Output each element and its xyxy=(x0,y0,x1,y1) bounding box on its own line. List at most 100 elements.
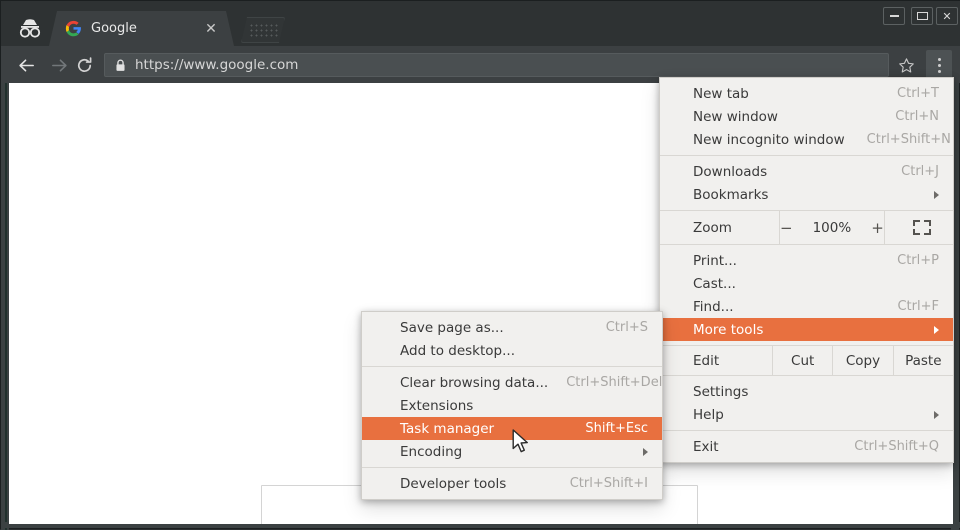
zoom-controls: − 100% + xyxy=(779,211,885,244)
menu-item-new-window[interactable]: New window Ctrl+N xyxy=(660,105,953,128)
browser-tab[interactable]: Google ✕ xyxy=(49,11,234,46)
menu-item-label: Exit xyxy=(693,439,832,455)
zoom-in-button[interactable]: + xyxy=(871,219,884,237)
new-tab-texture xyxy=(249,23,279,39)
menu-item-label: New window xyxy=(693,109,873,125)
close-icon: ✕ xyxy=(942,11,951,22)
cut-button[interactable]: Cut xyxy=(772,346,832,375)
menu-item-accelerator: Ctrl+P xyxy=(875,253,939,268)
chevron-right-icon xyxy=(934,191,939,199)
chevron-right-icon xyxy=(934,411,939,419)
menu-separator xyxy=(362,366,662,367)
three-dot-menu-button[interactable] xyxy=(926,50,952,80)
menu-item-label: Developer tools xyxy=(400,476,552,492)
menu-item-accelerator: Ctrl+Shift+N xyxy=(845,132,951,147)
menu-separator xyxy=(660,430,953,431)
menu-item-accelerator: Ctrl+N xyxy=(873,109,939,124)
tab-close-icon[interactable]: ✕ xyxy=(200,18,222,40)
menu-item-label: More tools xyxy=(693,322,924,338)
menu-item-label: Settings xyxy=(693,384,917,400)
menu-item-label: Bookmarks xyxy=(693,187,924,203)
fullscreen-button[interactable] xyxy=(885,211,960,244)
new-tab-button[interactable] xyxy=(241,17,285,43)
back-button[interactable] xyxy=(13,52,39,78)
menu-item-downloads[interactable]: Downloads Ctrl+J xyxy=(660,160,953,183)
fullscreen-corner-bl xyxy=(913,229,920,235)
minimize-button[interactable] xyxy=(883,7,905,25)
fullscreen-corner-br xyxy=(924,229,931,235)
mouse-pointer xyxy=(512,429,531,459)
close-button[interactable]: ✕ xyxy=(936,7,958,25)
address-bar[interactable]: https://www.google.com xyxy=(104,53,889,77)
fullscreen-icon xyxy=(913,220,931,235)
menu-separator xyxy=(660,155,953,156)
menu-item-settings[interactable]: Settings xyxy=(660,380,953,403)
tab-strip: Google ✕ ✕ xyxy=(1,1,960,46)
forward-button xyxy=(46,52,72,78)
menu-separator xyxy=(362,467,662,468)
menu-item-accelerator: Ctrl+J xyxy=(879,164,939,179)
bookmark-star-icon[interactable] xyxy=(894,53,918,77)
menu-item-help[interactable]: Help xyxy=(660,403,953,426)
reload-button[interactable] xyxy=(71,52,97,78)
browser-window: Google ✕ ✕ xyxy=(0,0,960,529)
star-icon xyxy=(898,57,915,74)
lock-icon xyxy=(115,59,126,72)
menu-item-label: Save page as... xyxy=(400,320,588,336)
submenu-item-extensions[interactable]: Extensions xyxy=(362,394,662,417)
fullscreen-corner-tr xyxy=(924,220,931,226)
paste-button[interactable]: Paste xyxy=(893,346,953,375)
tab-title: Google xyxy=(91,21,200,36)
menu-item-bookmarks[interactable]: Bookmarks xyxy=(660,183,953,206)
menu-item-label: Extensions xyxy=(400,398,630,414)
arrow-right-icon xyxy=(50,56,69,75)
menu-dot-2 xyxy=(938,64,941,67)
chrome-main-menu: New tab Ctrl+T New window Ctrl+N New inc… xyxy=(659,77,954,463)
menu-item-find[interactable]: Find... Ctrl+F xyxy=(660,295,953,318)
menu-item-cast[interactable]: Cast... xyxy=(660,272,953,295)
menu-item-label: Task manager xyxy=(400,421,567,437)
menu-item-label: Help xyxy=(693,407,924,423)
menu-dot-1 xyxy=(938,58,941,61)
menu-item-exit[interactable]: Exit Ctrl+Shift+Q xyxy=(660,435,953,458)
chevron-right-icon xyxy=(934,326,939,334)
copy-button[interactable]: Copy xyxy=(832,346,892,375)
menu-item-label: Find... xyxy=(693,299,875,315)
chevron-right-icon xyxy=(643,448,648,456)
menu-item-accelerator: Ctrl+Shift+I xyxy=(552,476,648,491)
menu-item-new-incognito-window[interactable]: New incognito window Ctrl+Shift+N xyxy=(660,128,953,151)
menu-item-accelerator: Ctrl+Shift+Q xyxy=(832,439,939,454)
menu-item-label: New incognito window xyxy=(693,132,845,148)
menu-item-accelerator: Ctrl+F xyxy=(875,299,939,314)
submenu-item-developer-tools[interactable]: Developer tools Ctrl+Shift+I xyxy=(362,472,662,495)
zoom-out-button[interactable]: − xyxy=(780,219,793,237)
menu-item-label: New tab xyxy=(693,86,875,102)
menu-item-new-tab[interactable]: New tab Ctrl+T xyxy=(660,82,953,105)
menu-item-label: Clear browsing data... xyxy=(400,375,548,391)
zoom-level: 100% xyxy=(813,220,852,236)
menu-item-label: Downloads xyxy=(693,164,879,180)
minimize-glyph xyxy=(890,15,899,17)
menu-zoom-row: Zoom − 100% + xyxy=(660,210,953,245)
incognito-icon xyxy=(13,15,47,41)
menu-item-more-tools[interactable]: More tools xyxy=(660,318,953,341)
url-text: https://www.google.com xyxy=(135,57,298,73)
google-favicon xyxy=(65,20,82,37)
submenu-item-save-page-as[interactable]: Save page as... Ctrl+S xyxy=(362,316,662,339)
menu-item-label: Cast... xyxy=(693,276,917,292)
arrow-left-icon xyxy=(17,56,36,75)
menu-edit-row: Edit Cut Copy Paste xyxy=(660,345,953,376)
zoom-label: Zoom xyxy=(660,211,779,244)
menu-item-print[interactable]: Print... Ctrl+P xyxy=(660,249,953,272)
menu-item-label: Add to desktop... xyxy=(400,343,630,359)
fullscreen-corner-tl xyxy=(913,220,920,226)
submenu-item-clear-browsing-data[interactable]: Clear browsing data... Ctrl+Shift+Del xyxy=(362,371,662,394)
menu-item-accelerator: Ctrl+Shift+Del xyxy=(548,375,662,390)
submenu-item-add-to-desktop[interactable]: Add to desktop... xyxy=(362,339,662,362)
menu-item-accelerator: Ctrl+T xyxy=(875,86,939,101)
more-tools-submenu: Save page as... Ctrl+S Add to desktop...… xyxy=(361,311,663,500)
maximize-button[interactable] xyxy=(911,7,933,25)
edit-label: Edit xyxy=(660,346,772,375)
menu-item-accelerator: Ctrl+S xyxy=(588,320,648,335)
menu-item-label: Print... xyxy=(693,253,875,269)
